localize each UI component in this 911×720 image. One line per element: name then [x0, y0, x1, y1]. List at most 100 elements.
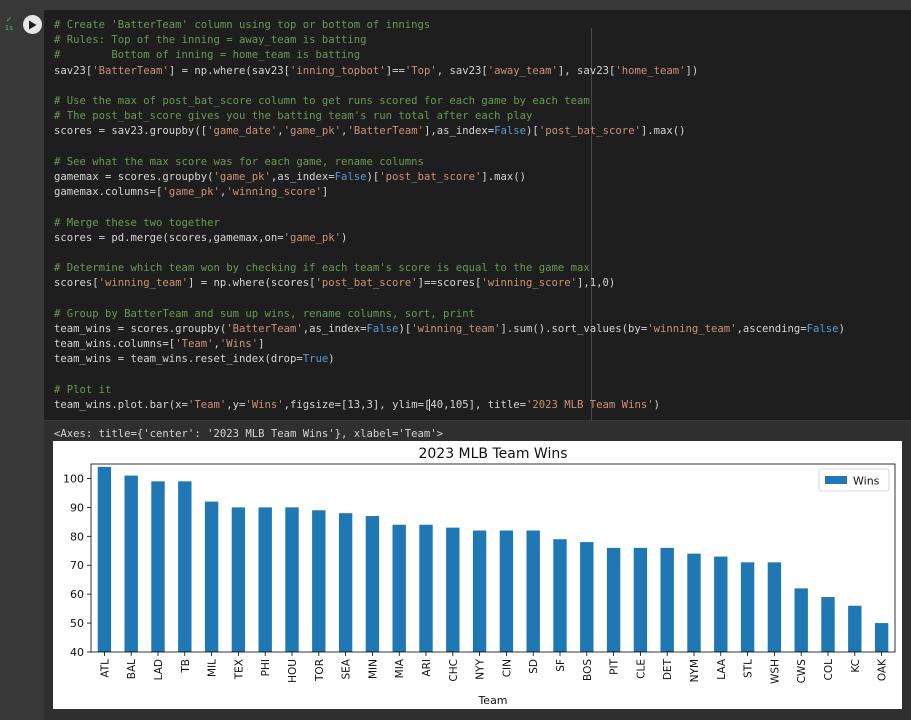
code-string: 'BatterTeam': [226, 323, 303, 336]
bar-tex: [231, 507, 246, 652]
code-keyword: True: [302, 353, 329, 366]
code-token: sav23[: [54, 64, 93, 77]
bar-chart: 2023 MLB Team Wins 40 50 60 70 80 90 100 ATL BAL L…: [63, 446, 896, 707]
x-tick-label: LAD: [153, 659, 165, 680]
code-string: 'winning_score': [481, 277, 578, 290]
code-token: gamemax.columns=[: [54, 186, 163, 199]
code-token: ,ascending=: [736, 323, 807, 336]
code-token: team_wins.columns=[: [54, 338, 176, 351]
code-token: ): [341, 231, 348, 244]
x-tick-label: OAK: [877, 658, 889, 681]
code-string: 'Wins': [245, 399, 284, 412]
code-comment: # See what the max score was for each ga…: [54, 155, 424, 168]
code-string: 'game_pk': [213, 171, 271, 184]
code-token: 40,105], title=: [430, 399, 527, 412]
code-keyword: False: [366, 323, 399, 336]
code-string: 'game_date': [207, 125, 278, 138]
code-cell-editor[interactable]: # Create 'BatterTeam' column using top o…: [44, 10, 911, 421]
code-token: ,as_index=: [270, 171, 335, 184]
code-token: gamemax = scores.groupby(: [54, 171, 214, 184]
code-token: ].sum().sort_values(by=: [500, 323, 648, 336]
code-token: team_wins = team_wins.reset_index(drop=: [54, 353, 303, 366]
code-line: # Determine which team won by checking i…: [54, 261, 845, 276]
code-line: # Create 'BatterTeam' column using top o…: [54, 18, 845, 33]
x-tick-label: PHI: [260, 659, 272, 676]
code-token: scores[: [54, 277, 99, 290]
code-string: 'winning_team': [411, 323, 501, 336]
code-editor-text[interactable]: # Create 'BatterTeam' column using top o…: [54, 18, 845, 413]
exec-time: 1s: [4, 24, 14, 32]
code-string: 'Top': [404, 64, 437, 77]
bar-tor: [312, 510, 326, 652]
x-tick-label: TOR: [314, 659, 326, 682]
code-token: scores = sav23.groupby([: [54, 125, 208, 138]
x-tick-label: CIN: [501, 659, 513, 677]
bar-cin: [499, 530, 514, 652]
x-tick-label: BOS: [582, 659, 594, 681]
bar-chc: [446, 527, 460, 652]
code-token: scores = pd.merge(scores,gamemax,on=: [54, 231, 284, 244]
bar-bos: [580, 542, 594, 652]
code-string: 'home_team': [615, 64, 686, 77]
code-line: scores['winning_team'] = np.where(scores…: [54, 276, 845, 291]
code-comment: # Rules: Top of the inning = away_team i…: [54, 34, 367, 47]
execution-status: ✓ 1s: [2, 16, 16, 33]
bar-kc: [848, 605, 862, 652]
legend-swatch: [825, 476, 847, 484]
code-string: 'game_pk': [162, 186, 220, 199]
chart-title: 2023 MLB Team Wins: [418, 446, 567, 462]
code-string: 'game_pk': [283, 231, 342, 244]
code-comment: # Bottom of inning = home_team is battin…: [54, 49, 361, 62]
code-comment: # Create 'BatterTeam' column using top o…: [54, 19, 431, 31]
bar-nyy: [472, 530, 487, 652]
x-axis-label: Team: [477, 694, 507, 707]
code-token: ): [653, 399, 660, 412]
x-tick-label: BAL: [126, 659, 138, 679]
play-icon: [29, 20, 37, 29]
bar-mia: [392, 524, 406, 652]
code-string: 'BatterTeam': [347, 125, 424, 138]
cell-output: <Axes: title={'center': '2023 MLB Team W…: [44, 421, 911, 720]
bar-sf: [553, 539, 567, 652]
code-line: scores = pd.merge(scores,gamemax,on='gam…: [54, 231, 845, 246]
bar-min: [365, 516, 380, 652]
bar-laa: [714, 556, 728, 652]
legend-label: Wins: [853, 475, 880, 488]
code-token: team_wins.plot.bar(x=: [54, 399, 188, 412]
code-token: ): [328, 353, 335, 366]
x-tick-label: NYY: [475, 658, 487, 679]
code-token: , sav23[: [436, 64, 488, 77]
x-tick-label: MIA: [394, 658, 406, 678]
code-token: ]: [321, 186, 329, 199]
x-tick-label: WSH: [769, 659, 781, 684]
code-token: )[: [366, 171, 380, 184]
bar-pit: [606, 547, 621, 652]
y-tick-label: 90: [70, 501, 84, 514]
y-tick-label: 70: [70, 559, 84, 572]
code-line: gamemax.columns=['game_pk','winning_scor…: [54, 185, 845, 200]
code-keyword: False: [806, 323, 839, 336]
bar-ari: [419, 524, 433, 652]
run-cell-button[interactable]: [23, 15, 42, 34]
code-line: team_wins.plot.bar(x='Team',y='Wins',fig…: [54, 398, 845, 413]
bar-cws: [794, 588, 808, 652]
bar-cle: [633, 547, 648, 652]
bar-atl: [97, 466, 112, 652]
code-token: ] = np.where(sav23[: [168, 64, 291, 77]
code-token: ]==: [385, 64, 405, 77]
code-line: # Merge these two together: [54, 216, 845, 231]
output-repr-text: <Axes: title={'center': '2023 MLB Team W…: [54, 428, 444, 440]
bar-lad: [151, 481, 165, 652]
plot-image: 2023 MLB Team Wins 40 50 60 70 80 90 100 ATL BAL L…: [53, 441, 902, 709]
code-keyword: False: [494, 125, 527, 138]
x-tick-label: KC: [850, 659, 862, 673]
x-tick-label: MIN: [367, 659, 379, 679]
code-line: scores = sav23.groupby(['game_date','gam…: [54, 124, 845, 139]
bar-hou: [285, 507, 299, 652]
bar-bal: [124, 475, 138, 652]
y-tick-label: 50: [70, 617, 84, 630]
